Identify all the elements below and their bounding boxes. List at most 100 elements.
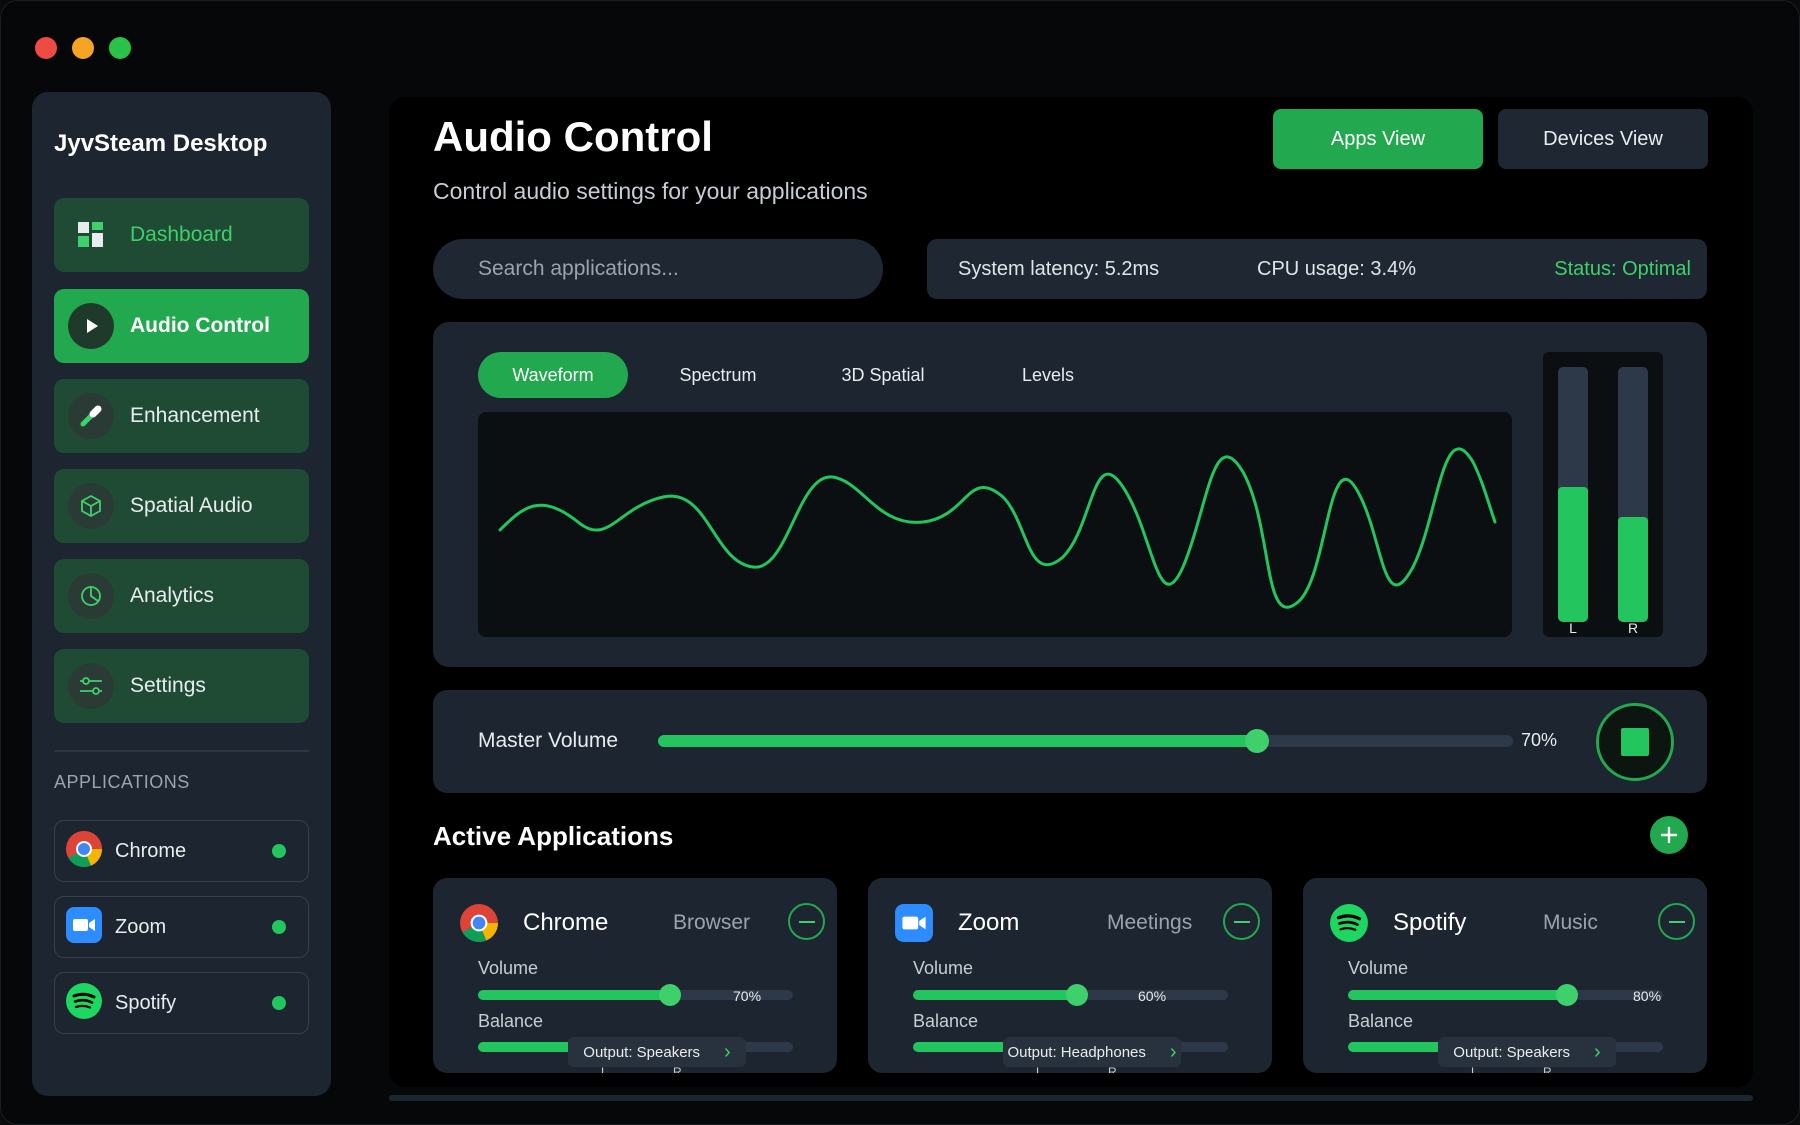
app-card-chrome: Chrome Browser Volume 70% Balance Output… [433, 878, 837, 1073]
app-card-name: Chrome [523, 909, 609, 936]
app-volume-thumb[interactable] [1556, 984, 1579, 1006]
app-card-spotify: Spotify Music Volume 80% Balance Output:… [1303, 878, 1707, 1073]
volume-label: Volume [1348, 958, 1409, 978]
sidebar-app-chrome[interactable]: Chrome [54, 820, 309, 882]
status-stat: Status: Optimal [1554, 258, 1691, 280]
minus-icon [1668, 920, 1685, 923]
maximize-window-button[interactable] [109, 37, 131, 59]
app-card-category: Meetings [1107, 911, 1193, 934]
stop-icon [1621, 728, 1649, 756]
spotify-icon [65, 982, 103, 1025]
remove-app-button[interactable] [788, 903, 825, 940]
magic-wand-icon [68, 393, 114, 439]
apps-view-button[interactable]: Apps View [1273, 109, 1483, 169]
tab-levels[interactable]: Levels [973, 352, 1123, 398]
remove-app-button[interactable] [1658, 903, 1695, 940]
app-volume-slider[interactable] [913, 984, 1228, 1006]
left-channel-label: L [1569, 620, 1577, 636]
sliders-icon [68, 663, 114, 709]
dashboard-icon [68, 212, 114, 258]
plus-icon [1660, 826, 1678, 844]
stop-button[interactable] [1596, 703, 1674, 781]
sidebar-app-zoom[interactable]: Zoom [54, 896, 309, 958]
output-device-selector[interactable]: Output: Speakers › [568, 1037, 746, 1067]
volume-label: Volume [913, 958, 974, 978]
tab-waveform[interactable]: Waveform [478, 352, 628, 398]
window-controls [35, 37, 131, 59]
page-title: Audio Control [433, 113, 713, 160]
chevron-right-icon: › [1169, 1040, 1177, 1063]
left-channel-level [1558, 486, 1588, 622]
horizontal-scrollbar[interactable] [389, 1095, 1753, 1101]
chrome-icon [65, 830, 103, 873]
app-volume-fill [913, 990, 1078, 1000]
master-volume-fill [658, 735, 1257, 747]
app-window: JyvSteam Desktop Dashboard Audio Control… [0, 0, 1800, 1125]
system-stats-bar: System latency: 5.2ms CPU usage: 3.4% St… [927, 239, 1707, 299]
active-applications-title: Active Applications [433, 821, 674, 851]
minimize-window-button[interactable] [72, 37, 94, 59]
applications-section-label: APPLICATIONS [54, 772, 190, 792]
output-device-label: Output: Speakers [583, 1043, 701, 1061]
cpu-stat: CPU usage: 3.4% [1257, 258, 1416, 280]
minus-icon [1233, 920, 1250, 923]
remove-app-button[interactable] [1223, 903, 1260, 940]
minus-icon [798, 920, 815, 923]
master-volume-thumb[interactable] [1244, 729, 1269, 753]
master-volume-slider[interactable] [658, 729, 1513, 753]
visualizer-card: Waveform Spectrum 3D Spatial Levels L R [433, 322, 1707, 667]
balance-label: Balance [913, 1011, 979, 1031]
master-volume-card: Master Volume 70% [433, 690, 1707, 793]
app-card-zoom: Zoom Meetings Volume 60% Balance Output:… [868, 878, 1272, 1073]
sidebar-item-spatial-audio[interactable]: Spatial Audio [54, 469, 309, 543]
sidebar-divider [54, 750, 309, 752]
app-title: JyvSteam Desktop [54, 130, 268, 157]
add-application-button[interactable] [1650, 816, 1688, 854]
balance-right-label: R [673, 1065, 682, 1073]
sidebar: JyvSteam Desktop Dashboard Audio Control… [32, 92, 331, 1096]
sidebar-item-label: Audio Control [130, 314, 270, 337]
level-meter: L R [1543, 352, 1663, 637]
app-card-category: Music [1543, 911, 1598, 934]
app-volume-slider[interactable] [1348, 984, 1663, 1006]
master-volume-value: 70% [1521, 730, 1558, 750]
sidebar-item-settings[interactable]: Settings [54, 649, 309, 723]
close-window-button[interactable] [35, 37, 57, 59]
output-device-selector[interactable]: Output: Speakers › [1438, 1037, 1616, 1067]
pie-chart-icon [68, 573, 114, 619]
waveform-line [498, 447, 1497, 609]
sidebar-app-label: Zoom [115, 915, 167, 938]
page-subtitle: Control audio settings for your applicat… [433, 178, 868, 204]
app-volume-thumb[interactable] [1066, 984, 1089, 1006]
devices-view-button[interactable]: Devices View [1498, 109, 1708, 169]
tab-spectrum[interactable]: Spectrum [643, 352, 793, 398]
right-channel-level [1618, 517, 1648, 622]
status-dot [272, 844, 286, 858]
search-input[interactable] [433, 239, 883, 299]
sidebar-item-analytics[interactable]: Analytics [54, 559, 309, 633]
output-device-label: Output: Headphones [1007, 1043, 1146, 1061]
app-card-name: Zoom [958, 909, 1020, 936]
sidebar-app-spotify[interactable]: Spotify [54, 972, 309, 1034]
latency-stat: System latency: 5.2ms [958, 258, 1160, 280]
output-device-selector[interactable]: Output: Headphones › [1003, 1037, 1181, 1067]
sidebar-item-label: Dashboard [130, 223, 233, 246]
app-volume-value: 60% [1138, 988, 1167, 1004]
left-channel-meter [1558, 367, 1588, 622]
master-volume-label: Master Volume [478, 729, 619, 752]
cube-icon [68, 483, 114, 529]
sidebar-item-audio-control[interactable]: Audio Control [54, 289, 309, 363]
sidebar-item-enhancement[interactable]: Enhancement [54, 379, 309, 453]
balance-left-label: L [601, 1065, 608, 1073]
waveform-display [478, 412, 1512, 637]
right-channel-meter [1618, 367, 1648, 622]
zoom-icon [65, 906, 103, 949]
zoom-icon [894, 903, 934, 943]
app-volume-thumb[interactable] [658, 984, 681, 1006]
app-volume-value: 80% [1633, 988, 1662, 1004]
right-channel-label: R [1627, 620, 1639, 636]
sidebar-app-label: Spotify [115, 991, 177, 1014]
balance-label: Balance [478, 1011, 544, 1031]
tab-3d-spatial[interactable]: 3D Spatial [808, 352, 958, 398]
sidebar-item-dashboard[interactable]: Dashboard [54, 198, 309, 272]
